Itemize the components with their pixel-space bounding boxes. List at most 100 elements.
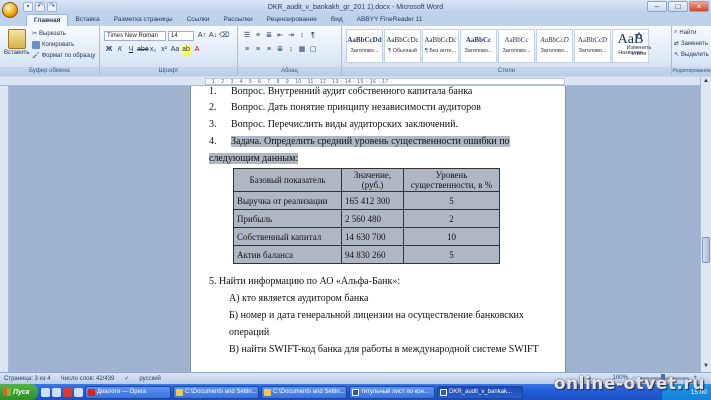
paste-icon — [7, 29, 26, 49]
bullets-icon[interactable]: ☰ — [242, 31, 252, 41]
replace-button[interactable]: ⇄ Заменить — [674, 40, 708, 48]
style-normal[interactable]: AaBbCcDc ¶ Обычный — [384, 29, 421, 63]
scroll-down-icon[interactable]: ▼ — [702, 363, 710, 371]
underline-icon[interactable]: Ч — [126, 45, 136, 55]
list-item: Б) номер и дата генеральной лицензии на … — [229, 310, 524, 321]
style-heading-3[interactable]: AaBbCc Заголово... — [498, 29, 535, 63]
copy-button[interactable]: Копировать — [32, 41, 74, 49]
superscript-icon[interactable]: x² — [159, 45, 169, 55]
list-item: 1. Вопрос. Внутренний аудит собственного … — [209, 86, 473, 97]
word-icon — [352, 388, 359, 396]
ie-icon[interactable] — [41, 387, 50, 397]
shading-icon[interactable]: ▦ — [297, 45, 307, 55]
font-group-label: Шрифт — [100, 67, 237, 76]
paragraph-group: ☰ ≡ ≣ ⇤ ⇥ ↕ ¶ ≡ ≡ ≡ ≣ ↕ ▦ ▢ Абзац — [238, 26, 342, 76]
style-heading-1[interactable]: AaBbCcDd Заголово... — [346, 29, 383, 63]
borders-icon[interactable]: ▢ — [308, 45, 318, 55]
scissors-icon: ✂ — [32, 31, 38, 37]
horizontal-ruler[interactable]: · 1 · 2 · 3 · 4 · 5 · 6 · 7 · 8 · 9 · 10… — [0, 77, 711, 86]
format-painter-button[interactable]: 🖌 Формат по образцу — [32, 52, 95, 60]
pilcrow-icon[interactable]: ¶ — [308, 31, 318, 41]
change-styles-button[interactable]: A Изменить стили — [624, 30, 654, 57]
font-size-select[interactable]: 14 — [168, 31, 194, 41]
list-item: 4. Задача. Определить средний уровень сущ… — [209, 136, 510, 147]
taskbar-item-folder-1[interactable]: C:\Documents and Settin... — [173, 385, 259, 399]
align-left-icon[interactable]: ≡ — [242, 45, 252, 55]
clipboard-group-label: Буфер обмена — [0, 67, 99, 76]
opera-icon[interactable] — [63, 387, 72, 397]
word-count[interactable]: Число слов: 42/439 — [61, 376, 115, 382]
table-header-row: Базовый показатель Значение, (руб.) Уров… — [233, 168, 500, 192]
vertical-ruler[interactable] — [0, 86, 9, 372]
style-no-spacing[interactable]: AaBbCcDc ¶ Без инте... — [422, 29, 459, 63]
line-spacing-icon[interactable]: ↕ — [286, 45, 296, 55]
highlight-icon[interactable]: ab — [181, 45, 191, 55]
list-item: В) найти SWIFT-код банка для работы в ме… — [229, 344, 539, 355]
list-item: А) кто является аудитором банка — [229, 293, 369, 304]
style-heading-4[interactable]: AaBbCcD Заголово... — [536, 29, 573, 63]
tab-view[interactable]: Вид — [324, 14, 350, 26]
spellcheck-icon[interactable]: ✓ — [124, 375, 129, 382]
paste-button[interactable]: Вставить — [4, 29, 29, 56]
change-case-icon[interactable]: Aa — [170, 45, 180, 55]
strike-icon[interactable]: abe — [137, 45, 149, 55]
tab-page-layout[interactable]: Разметка страницы — [107, 14, 180, 26]
tab-abbyy[interactable]: ABBYY FineReader 11 — [350, 14, 430, 26]
ribbon-tabs: Главная Вставка Разметка страницы Ссылки… — [0, 14, 711, 26]
cut-button[interactable]: ✂ Вырезать — [32, 30, 66, 38]
close-button[interactable]: × — [689, 1, 709, 12]
scroll-thumb[interactable] — [702, 237, 710, 263]
binoculars-icon: ⌕ — [674, 29, 678, 35]
table-header: Значение, (руб.) — [341, 168, 404, 192]
explorer-icon[interactable] — [74, 387, 83, 397]
sort-icon[interactable]: ↕ — [297, 31, 307, 41]
desktop-icon[interactable] — [52, 387, 61, 397]
shrink-font-icon[interactable]: A↓ — [208, 31, 218, 41]
page-count[interactable]: Страница: 3 из 4 — [4, 376, 51, 382]
italic-icon[interactable]: К — [115, 45, 125, 55]
tab-review[interactable]: Рецензирование — [260, 14, 324, 26]
select-button[interactable]: ↖ Выделить — [674, 51, 709, 59]
bold-icon[interactable]: Ж — [104, 45, 114, 55]
increase-indent-icon[interactable]: ⇥ — [286, 31, 296, 41]
language-indicator[interactable]: русский — [139, 376, 161, 382]
numbering-icon[interactable]: ≡ — [253, 31, 263, 41]
taskbar-item-opera[interactable]: Диалоги — Opera — [85, 385, 171, 399]
list-item: 2. Вопрос. Дать понятие принципу независи… — [209, 102, 481, 113]
taskbar-item-word-doc-2[interactable]: DKR_audit_v_bankak... — [437, 385, 523, 399]
align-right-icon[interactable]: ≡ — [264, 45, 274, 55]
change-styles-icon: A — [634, 30, 643, 44]
style-heading-2[interactable]: AaBbCc Заголово... — [460, 29, 497, 63]
clear-format-icon[interactable]: ⌫ — [219, 31, 229, 41]
data-table[interactable]: Базовый показатель Значение, (руб.) Уров… — [233, 168, 500, 264]
scroll-up-icon[interactable]: ▲ — [702, 78, 710, 86]
grow-font-icon[interactable]: A↑ — [197, 31, 207, 41]
font-name-select[interactable]: Times New Roman — [104, 31, 166, 41]
ribbon: Вставить ✂ Вырезать Копировать 🖌 Формат по… — [0, 26, 711, 76]
editing-group: ⌕ Найти ⇄ Заменить ↖ Выделить Редактировани… — [672, 26, 711, 76]
font-color-icon[interactable]: A — [192, 45, 202, 55]
tab-insert[interactable]: Вставка — [68, 14, 106, 26]
tab-home[interactable]: Главная — [26, 14, 69, 26]
find-button[interactable]: ⌕ Найти — [674, 29, 697, 36]
decrease-indent-icon[interactable]: ⇤ — [275, 31, 285, 41]
windows-logo-icon — [3, 388, 11, 396]
document-page[interactable]: 1. Вопрос. Внутренний аудит собственного … — [190, 86, 566, 372]
vertical-scrollbar[interactable]: ▲ ▼ — [700, 77, 711, 372]
start-button[interactable]: Пуск — [0, 384, 38, 400]
align-center-icon[interactable]: ≡ — [253, 45, 263, 55]
list-item: 3. Вопрос. Перечислить виды аудиторских з… — [209, 119, 459, 130]
taskbar-item-word-doc-1[interactable]: титульный лист по кон... — [349, 385, 435, 399]
folder-icon — [176, 388, 183, 396]
maximize-button[interactable]: □ — [668, 1, 688, 12]
tab-references[interactable]: Ссылки — [180, 14, 217, 26]
taskbar-item-folder-2[interactable]: C:\Documents and Settin... — [261, 385, 347, 399]
style-heading-5[interactable]: AaBbCcD Заголово... — [574, 29, 611, 63]
office-button[interactable] — [2, 2, 18, 18]
subscript-icon[interactable]: x₂ — [148, 45, 158, 55]
minimize-button[interactable]: – — [647, 1, 667, 12]
multilevel-icon[interactable]: ≣ — [264, 31, 274, 41]
tab-mailings[interactable]: Рассылки — [216, 14, 259, 26]
copy-icon — [32, 41, 40, 49]
justify-icon[interactable]: ≣ — [275, 45, 285, 55]
